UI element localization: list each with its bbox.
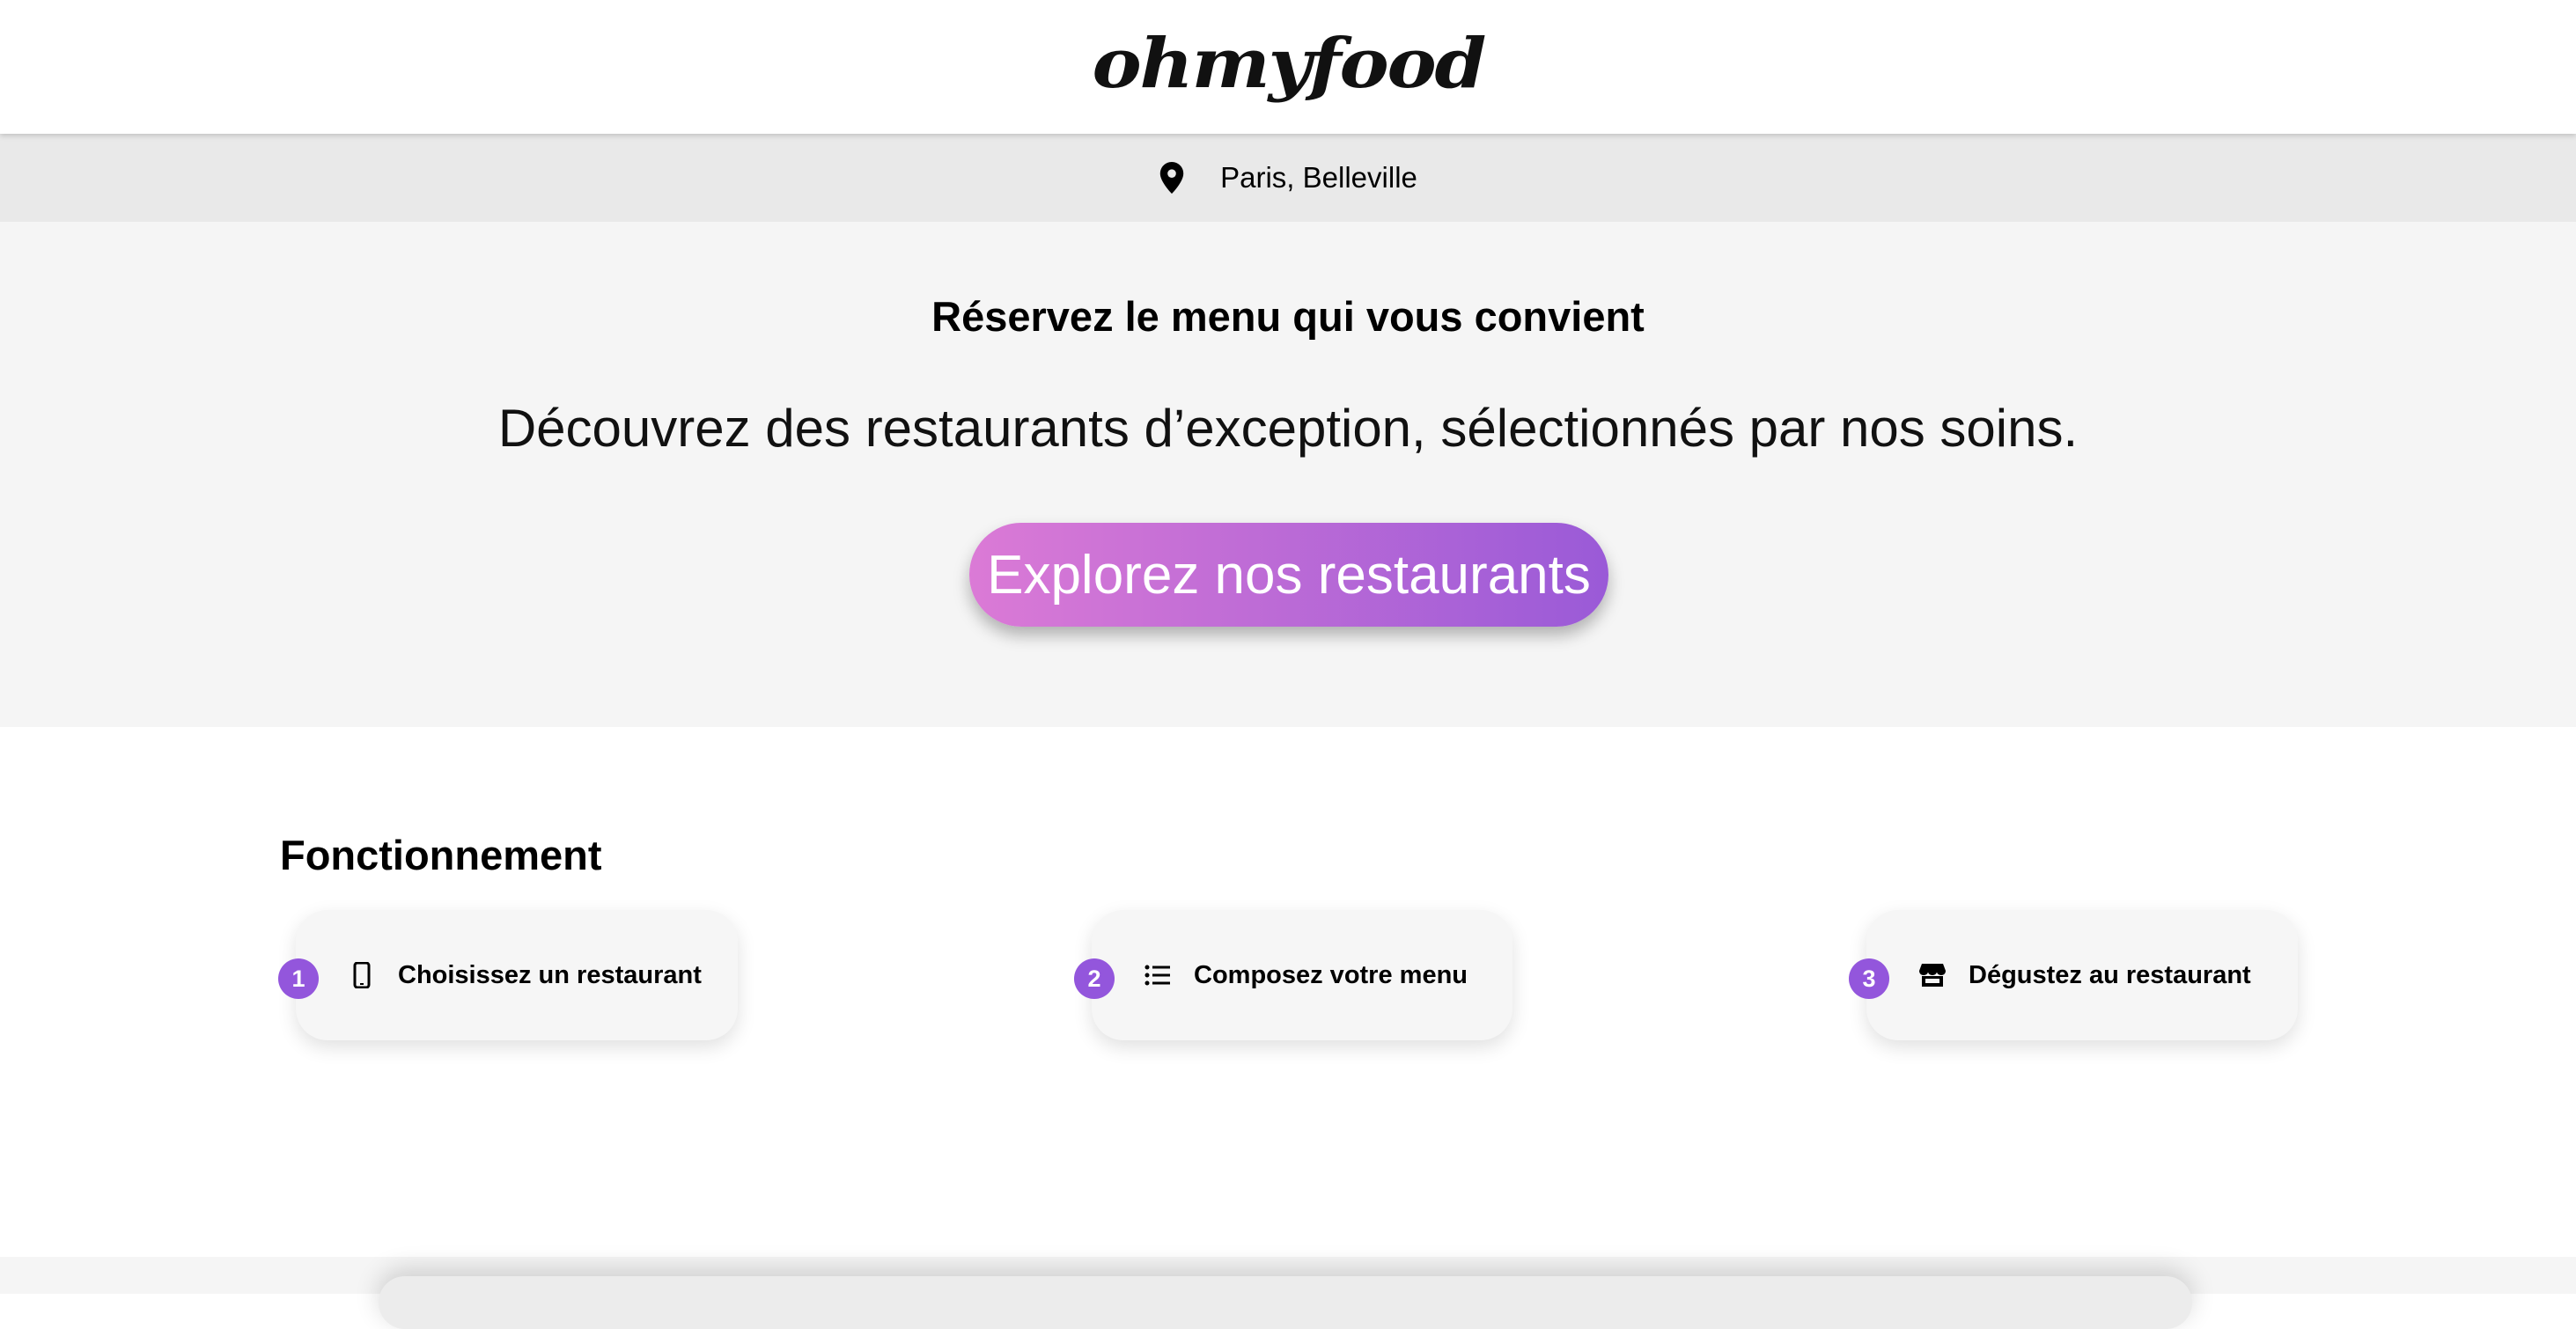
step-label: Composez votre menu <box>1194 960 1468 989</box>
list-icon <box>1144 965 1170 986</box>
step-number-badge: 3 <box>1849 958 1889 999</box>
location-text: Paris, Belleville <box>1220 161 1417 194</box>
step-card-3: 3 Dégustez au restaurant <box>1849 910 2298 1040</box>
store-icon <box>1919 964 1946 987</box>
step-card-2: 2 Composez votre menu <box>1074 910 1512 1040</box>
hero-subtitle: Découvrez des restaurants d’exception, s… <box>497 399 2079 458</box>
section-title: Fonctionnement <box>280 832 602 878</box>
logo[interactable]: ohmyfood <box>1092 24 1486 104</box>
hero-section: Réservez le menu qui vous convient Décou… <box>0 222 2576 727</box>
site-header: ohmyfood <box>0 0 2576 134</box>
step-label: Choisissez un restaurant <box>398 960 702 989</box>
restaurant-card-edge <box>379 1276 2192 1329</box>
location-pin-icon <box>1159 162 1184 194</box>
location-bar: Paris, Belleville <box>0 134 2576 222</box>
step-number-badge: 1 <box>278 958 319 999</box>
smartphone-icon <box>353 962 371 988</box>
step-label: Dégustez au restaurant <box>1969 960 2251 989</box>
explore-restaurants-button[interactable]: Explorez nos restaurants <box>969 523 1608 627</box>
step-card-1: 1 Choisissez un restaurant <box>278 910 738 1040</box>
hero-title: Réservez le menu qui vous convient <box>931 293 1645 340</box>
step-number-badge: 2 <box>1074 958 1115 999</box>
